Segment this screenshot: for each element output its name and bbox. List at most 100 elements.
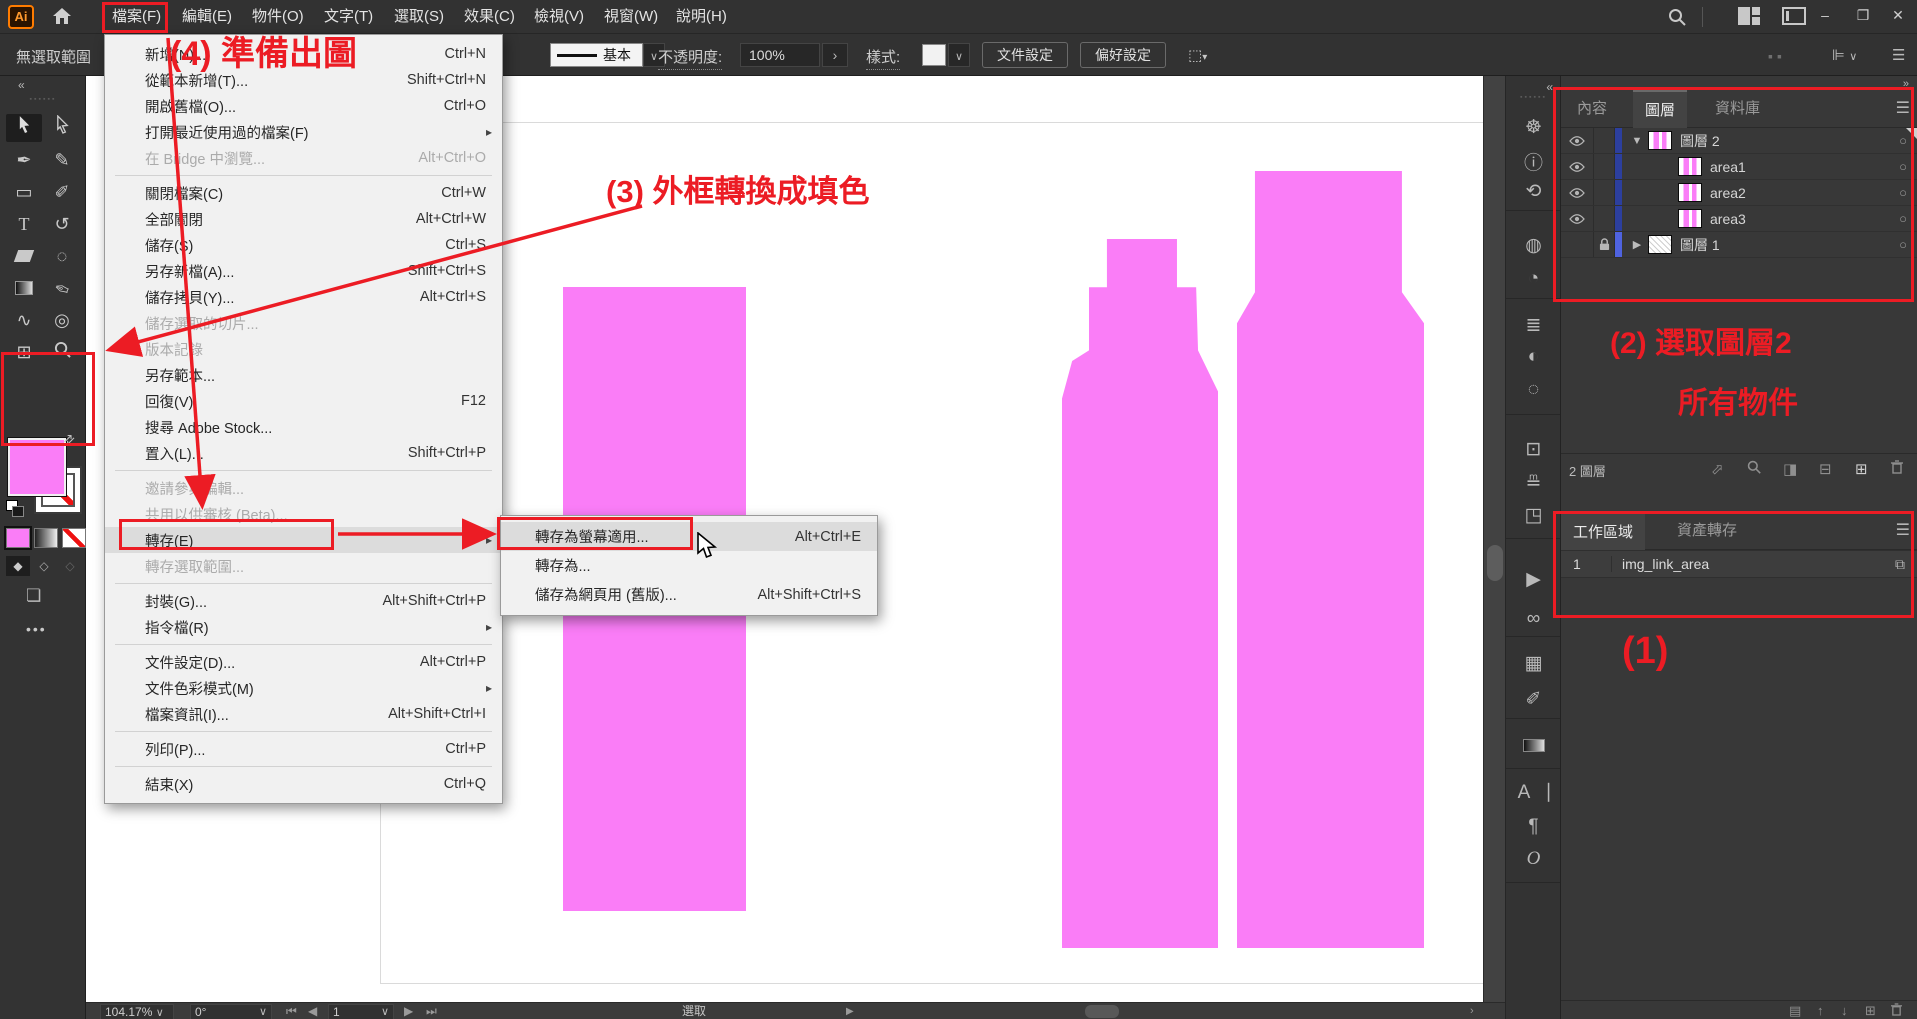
tab-artboards[interactable]: 工作區域: [1561, 512, 1645, 550]
file-menu-item-document-setup[interactable]: 文件設定(D)...Alt+Ctrl+P: [105, 649, 502, 675]
color-none-button[interactable]: [62, 528, 86, 548]
workspace-layout-icon[interactable]: [1738, 7, 1760, 29]
file-menu-item-export[interactable]: 轉存(E): [105, 527, 502, 553]
export-as-item[interactable]: 轉存為...: [501, 551, 877, 580]
vertical-scrollbar[interactable]: [1483, 76, 1505, 1002]
panel-group-collapse-icon[interactable]: »: [1903, 78, 1909, 90]
status-expand-icon[interactable]: ▶: [846, 1004, 854, 1019]
rotate-tool[interactable]: ↺: [44, 210, 80, 238]
chevron-right-icon[interactable]: ▶: [1626, 238, 1648, 251]
tab-properties[interactable]: 內容: [1565, 90, 1619, 128]
style-label[interactable]: 樣式:: [866, 46, 900, 70]
default-fill-stroke-icon[interactable]: [6, 500, 26, 518]
selection-tool[interactable]: [6, 114, 42, 142]
zoom-tool[interactable]: [44, 338, 80, 366]
menu-help[interactable]: 說明(H): [664, 0, 739, 34]
align-icons-group[interactable]: ▪▪: [1768, 48, 1786, 64]
object-thumbnail[interactable]: [1678, 157, 1702, 176]
window-minimize-button[interactable]: –: [1806, 0, 1844, 30]
menu-window[interactable]: 視窗(W): [592, 0, 670, 34]
window-close-button[interactable]: ✕: [1879, 0, 1917, 30]
visibility-eye-icon[interactable]: [1561, 211, 1593, 227]
file-menu-item-scripts[interactable]: 指令檔(R): [105, 614, 502, 640]
share-screen-icon[interactable]: [1782, 7, 1806, 29]
file-menu-item-new-from-template[interactable]: 從範本新增(T)...Shift+Ctrl+N: [105, 67, 502, 93]
color-gradient-button[interactable]: [34, 528, 58, 548]
properties-panel-icon[interactable]: ☸: [1506, 116, 1561, 139]
object-thumbnail[interactable]: [1678, 183, 1702, 202]
visibility-eye-icon[interactable]: [1561, 185, 1593, 201]
file-menu-item-place[interactable]: 置入(L)...Shift+Ctrl+P: [105, 440, 502, 466]
file-menu-item-save-a-copy[interactable]: 儲存拷貝(Y)...Alt+Ctrl+S: [105, 284, 502, 310]
file-menu-item-search-adobe-stock[interactable]: 搜尋 Adobe Stock...: [105, 414, 502, 440]
tab-libraries[interactable]: 資料庫: [1703, 90, 1772, 128]
file-menu-item-exit[interactable]: 結束(X)Ctrl+Q: [105, 771, 502, 797]
preferences-button[interactable]: 偏好設定: [1080, 42, 1166, 68]
lock-cell[interactable]: [1593, 128, 1615, 153]
opentype-panel-icon[interactable]: O: [1506, 848, 1561, 870]
character-panel-icon[interactable]: A⎹: [1506, 782, 1561, 804]
file-menu-item-print[interactable]: 列印(P)...Ctrl+P: [105, 736, 502, 762]
artboards-panel-menu-icon[interactable]: ☰: [1896, 520, 1910, 540]
menu-file[interactable]: 檔案(F): [100, 0, 173, 34]
opacity-expand-button[interactable]: ›: [822, 43, 848, 67]
first-artboard-button[interactable]: ⏮: [286, 1004, 297, 1019]
export-for-screens-item[interactable]: 轉存為螢幕適用...Alt+Ctrl+E: [501, 522, 877, 551]
layer-target-icon[interactable]: ○: [1888, 237, 1917, 252]
lasso-comment-tool[interactable]: ◌: [44, 242, 80, 270]
edit-toolbar-button[interactable]: •••: [26, 621, 47, 637]
draw-behind-mode-button[interactable]: ◇: [32, 556, 56, 576]
last-artboard-button[interactable]: ⏭: [426, 1004, 437, 1019]
curvature-tool[interactable]: ✎: [44, 146, 80, 174]
align-to-dropdown-icon[interactable]: ⊫ ∨: [1832, 46, 1857, 64]
shape-builder-tool[interactable]: ◎: [44, 306, 80, 334]
pen-tool[interactable]: ✒: [6, 146, 42, 174]
layer-name[interactable]: 圖層 2: [1680, 131, 1720, 151]
object-thumbnail[interactable]: [1678, 209, 1702, 228]
draw-normal-mode-button[interactable]: ◆: [6, 556, 30, 576]
layer-target-icon[interactable]: ○: [1888, 185, 1917, 200]
menu-effect[interactable]: 效果(C): [452, 0, 527, 34]
shape-area3-bottle[interactable]: [1237, 171, 1424, 948]
transform-panel-icon[interactable]: ⊡: [1506, 438, 1561, 461]
file-menu-item-file-info[interactable]: 檔案資訊(I)...Alt+Shift+Ctrl+I: [105, 701, 502, 727]
save-for-web-legacy-item[interactable]: 儲存為網頁用 (舊版)...Alt+Shift+Ctrl+S: [501, 580, 877, 609]
history-panel-icon[interactable]: ⟲: [1506, 180, 1561, 203]
gradient-bar-panel-icon[interactable]: [1506, 736, 1561, 758]
window-restore-button[interactable]: ❐: [1844, 0, 1882, 30]
locate-object-icon[interactable]: [1747, 460, 1761, 478]
gradient-tool[interactable]: [6, 274, 42, 302]
layer-row-layer2[interactable]: ▼ 圖層 2 ○: [1561, 128, 1917, 154]
paragraph-panel-icon[interactable]: ¶: [1506, 816, 1561, 838]
control-bar-menu-icon[interactable]: ☰: [1892, 46, 1905, 64]
layer-row-area3[interactable]: area3 ○: [1561, 206, 1917, 232]
layer-row-layer1[interactable]: ▶ 圖層 1 ○: [1561, 232, 1917, 258]
home-icon[interactable]: [52, 7, 72, 30]
layer-row-area2[interactable]: area2 ○: [1561, 180, 1917, 206]
screen-mode-button[interactable]: ❏: [26, 586, 41, 606]
draw-inside-mode-button[interactable]: ◇: [58, 556, 82, 576]
layer-thumbnail[interactable]: [1648, 235, 1672, 254]
file-menu-item-close[interactable]: 關閉檔案(C)Ctrl+W: [105, 180, 502, 206]
layer-target-icon[interactable]: ○: [1888, 159, 1917, 174]
layer-row-area1[interactable]: area1 ○: [1561, 154, 1917, 180]
collect-for-export-icon[interactable]: ⬀: [1711, 460, 1724, 478]
object-name[interactable]: area3: [1710, 211, 1746, 227]
menu-object[interactable]: 物件(O): [240, 0, 316, 34]
move-down-icon[interactable]: ↓: [1841, 1003, 1848, 1018]
search-icon[interactable]: [1668, 8, 1686, 31]
actions-panel-icon[interactable]: ▶: [1506, 568, 1561, 591]
color-guide-panel-icon[interactable]: ◔: [1506, 268, 1561, 290]
prev-artboard-button[interactable]: ◀: [308, 1004, 317, 1019]
stroke-style-dropdown[interactable]: 基本: [550, 43, 643, 67]
color-panel-icon[interactable]: ◍: [1506, 234, 1561, 257]
stroke-panel-icon[interactable]: ≣: [1506, 314, 1561, 337]
file-menu-item-document-color-mode[interactable]: 文件色彩模式(M): [105, 675, 502, 701]
scroll-right-icon[interactable]: ›: [1470, 1004, 1474, 1019]
collapse-dock-icon[interactable]: «: [1506, 80, 1561, 94]
direct-selection-tool[interactable]: [44, 114, 80, 142]
opacity-label[interactable]: 不透明度:: [658, 46, 722, 70]
clipping-mask-icon[interactable]: ◨: [1783, 460, 1797, 478]
lock-icon[interactable]: [1593, 232, 1615, 257]
style-swatch[interactable]: [922, 44, 946, 66]
